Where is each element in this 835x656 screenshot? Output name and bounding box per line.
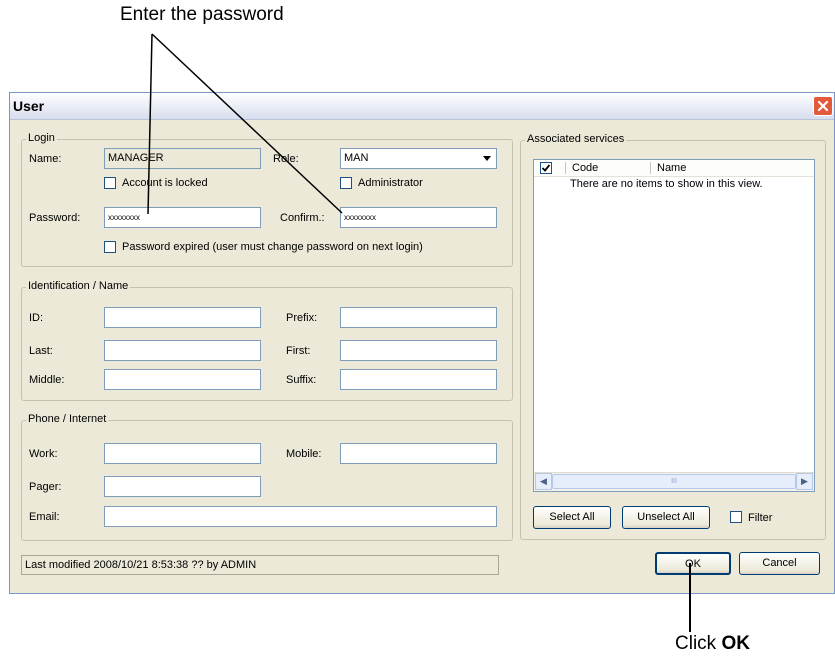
annotation-lines (147, 33, 691, 632)
annotation-click-ok: Click OK (675, 633, 750, 655)
pointer-line-password (147, 33, 153, 215)
annotation-ok-text: OK (721, 633, 750, 654)
pointer-line-confirm (151, 33, 343, 214)
annotation-click-text: Click (675, 633, 722, 654)
